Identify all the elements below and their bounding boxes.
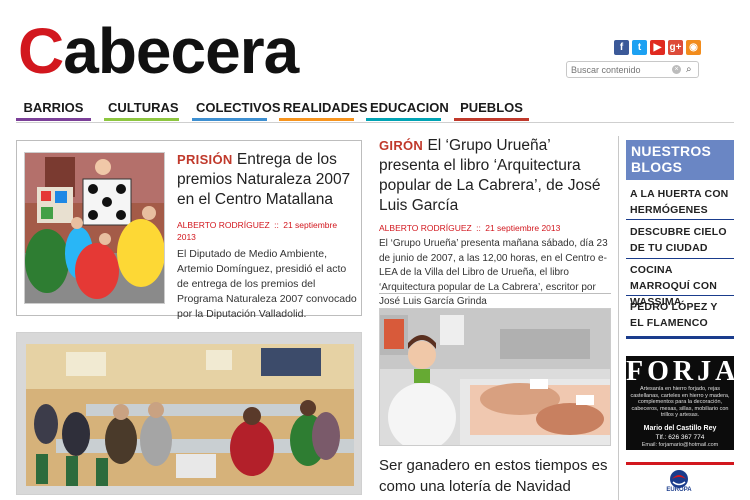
nav-item-barrios[interactable]: BARRIOS <box>16 99 91 121</box>
blog-link-flamenco[interactable]: PEDRO LÓPEZ Y EL FLAMENCO <box>626 297 734 333</box>
article-byline: ALBERTO RODRÍGUEZ :: 21 septiembre 2013 <box>177 220 338 242</box>
blog-divider <box>626 219 734 220</box>
nav-item-realidades[interactable]: REALIDADES <box>279 99 368 121</box>
search-input[interactable] <box>571 63 667 76</box>
forja-title: FORJA <box>626 356 734 387</box>
rss-icon[interactable]: ◉ <box>686 40 701 55</box>
forja-description: Artesanía en hierro forjado, rejas caste… <box>630 386 730 419</box>
article-kicker[interactable]: PRISIÓN <box>177 152 233 167</box>
clear-icon[interactable]: × <box>672 65 681 74</box>
blog-link-huerta[interactable]: A LA HUERTA CON HERMÓGENES <box>626 184 734 220</box>
article-title-ganadero[interactable]: Ser ganadero en estos tiempos es como un… <box>379 455 615 497</box>
nav-item-pueblos[interactable]: PUEBLOS <box>454 99 529 121</box>
nav-item-colectivos[interactable]: COLECTIVOS <box>192 99 281 121</box>
blog-divider <box>626 295 734 296</box>
nav-item-culturas[interactable]: CULTURAS <box>104 99 179 121</box>
butcher-shop-photo <box>380 309 610 445</box>
nav-divider <box>16 122 734 123</box>
article-excerpt: El Diputado de Medio Ambiente, Artemio D… <box>177 248 357 320</box>
twitter-icon[interactable]: t <box>632 40 647 55</box>
nav-item-educacion[interactable]: EDUCACION <box>366 99 449 121</box>
forja-name: Mario del Castillo Rey <box>643 425 717 432</box>
blogs-heading: NUESTROS BLOGS <box>626 140 734 180</box>
article-title-prision[interactable]: PRISIÓN Entrega de los premios Naturalez… <box>177 150 357 210</box>
google-plus-icon[interactable]: g+ <box>668 40 683 55</box>
main-nav: BARRIOS CULTURAS COLECTIVOS REALIDADES E… <box>16 99 734 121</box>
meeting-room-photo <box>26 344 354 486</box>
article-image-meeting[interactable] <box>26 344 354 486</box>
forja-ad[interactable]: FORJA Artesanía en hierro forjado, rejas… <box>626 356 734 450</box>
article-text-giron: GIRÓN El ‘Grupo Urueña’ presenta el libr… <box>379 136 611 310</box>
article-title-giron[interactable]: GIRÓN El ‘Grupo Urueña’ presenta el libr… <box>379 136 611 216</box>
search-box: × ⌕ <box>566 61 699 78</box>
article-text-prision: PRISIÓN Entrega de los premios Naturalez… <box>177 150 357 322</box>
children-costumes-photo <box>25 153 164 303</box>
search-icon[interactable]: ⌕ <box>686 63 692 76</box>
facebook-icon[interactable]: f <box>614 40 629 55</box>
article-card-prision: PRISIÓN Entrega de los premios Naturalez… <box>16 140 362 320</box>
article-image-ganadero[interactable] <box>379 308 611 446</box>
youtube-icon[interactable]: ▶ <box>650 40 665 55</box>
article-excerpt: El ‘Grupo Urueña’ presenta mañana sábado… <box>379 238 608 307</box>
sidebar-divider <box>618 136 619 500</box>
site-logo[interactable]: Cabecera <box>18 18 299 84</box>
blog-divider <box>626 258 734 259</box>
article-byline: ALBERTO RODRÍGUEZ :: 21 septiembre 2013 <box>379 223 561 233</box>
author-link[interactable]: ALBERTO RODRÍGUEZ <box>379 223 472 233</box>
europa-divider <box>626 462 734 465</box>
blog-link-cielo[interactable]: DESCUBRE CIELO DE TU CIUDAD <box>626 222 734 258</box>
author-link[interactable]: ALBERTO RODRÍGUEZ <box>177 220 270 230</box>
article-divider <box>379 293 611 294</box>
article-image-prision[interactable] <box>24 152 165 304</box>
europa-label: EUROPA <box>666 487 692 493</box>
article-kicker[interactable]: GIRÓN <box>379 138 423 153</box>
social-links: f t ▶ g+ ◉ <box>614 40 701 55</box>
blogs-bottom-bar <box>626 336 734 339</box>
forja-phone: Tlf.: 626 367 774 <box>655 434 705 441</box>
article-date: 21 septiembre 2013 <box>485 223 561 233</box>
forja-email: Email: forjamario@hotmail.com <box>641 442 719 448</box>
article-card-meeting <box>16 332 362 495</box>
